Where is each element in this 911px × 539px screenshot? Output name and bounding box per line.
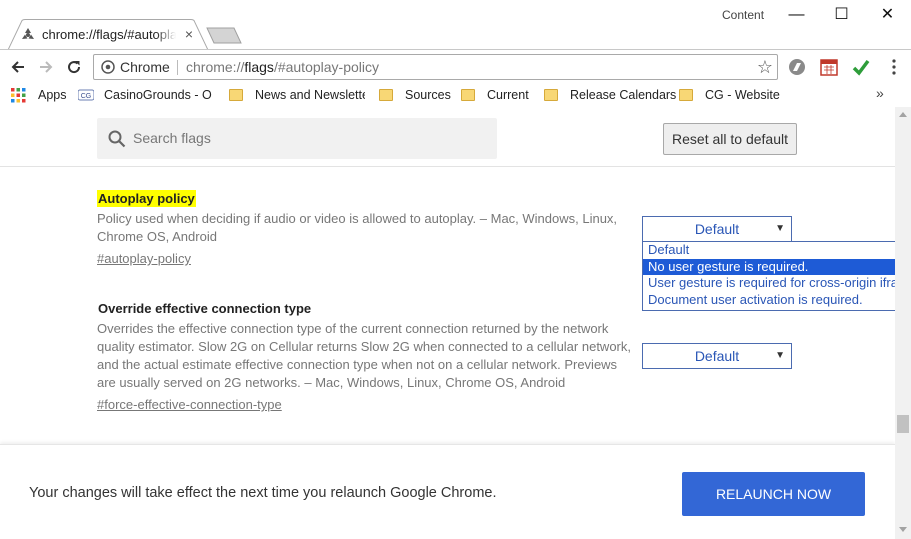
omnibox-chip-label: Chrome xyxy=(120,59,170,75)
relaunch-message: Your changes will take effect the next t… xyxy=(29,485,497,501)
omnibox-separator xyxy=(177,60,178,75)
search-input[interactable] xyxy=(133,127,483,149)
extension-calendar-icon[interactable] xyxy=(819,57,839,77)
url-host: flags xyxy=(244,59,274,75)
reload-button[interactable] xyxy=(63,56,85,78)
reset-all-button[interactable]: Reset all to default xyxy=(663,123,797,155)
forward-arrow-icon xyxy=(40,61,53,73)
bookmark-label: News and Newslette xyxy=(255,88,365,102)
tab-close-icon[interactable]: × xyxy=(182,27,196,41)
flags-header: Reset all to default xyxy=(0,107,895,167)
bookmark-folder-release-calendars[interactable]: Release Calendars xyxy=(544,87,676,103)
flag-description: Policy used when deciding if audio or vi… xyxy=(97,211,618,244)
vertical-scrollbar[interactable] xyxy=(895,107,911,539)
omnibox-url[interactable]: chrome://flags/#autoplay-policy xyxy=(186,59,379,75)
apps-grid-icon xyxy=(11,87,26,102)
folder-icon xyxy=(379,89,393,101)
scrollbar-thumb[interactable] xyxy=(897,415,909,433)
scroll-up-arrow-icon[interactable] xyxy=(899,112,907,117)
flag-autoplay-policy: Autoplay policy Policy used when decidin… xyxy=(97,190,637,266)
forward-button[interactable] xyxy=(35,56,57,78)
bookmark-folder-news[interactable]: News and Newslette xyxy=(229,87,365,103)
folder-icon xyxy=(544,89,558,101)
url-path: /#autoplay-policy xyxy=(273,59,379,75)
new-tab-button[interactable] xyxy=(206,27,242,44)
bookmarks-overflow-chevron-icon[interactable]: » xyxy=(876,85,884,101)
autoplay-policy-select[interactable]: Default ▼ xyxy=(642,216,792,242)
chrome-logo-icon xyxy=(101,60,115,74)
folder-icon xyxy=(679,89,693,101)
select-value: Default xyxy=(694,348,740,364)
bookmark-star-icon[interactable]: ☆ xyxy=(757,56,773,78)
search-icon xyxy=(108,130,126,148)
flags-favicon-icon xyxy=(22,28,34,39)
flag-title: Autoplay policy xyxy=(97,190,196,207)
profile-name[interactable]: Content xyxy=(722,8,764,22)
bookmark-label: Sources xyxy=(405,88,451,102)
bookmark-apps[interactable]: Apps xyxy=(11,87,67,103)
dropdown-arrow-icon: ▼ xyxy=(775,223,785,234)
connection-type-select[interactable]: Default ▼ xyxy=(642,343,792,369)
menu-kebab-icon[interactable] xyxy=(884,57,904,77)
bookmark-label: Current xyxy=(487,88,529,102)
back-button[interactable] xyxy=(7,56,29,78)
bookmark-folder-current[interactable]: Current xyxy=(461,87,529,103)
title-bar: chrome://flags/#autoplay-policy × Conten… xyxy=(0,0,911,50)
dropdown-arrow-icon: ▼ xyxy=(775,350,785,361)
flags-page: Reset all to default Autoplay policy Pol… xyxy=(0,107,895,539)
scroll-down-arrow-icon[interactable] xyxy=(899,527,907,532)
search-box[interactable] xyxy=(97,118,497,159)
bookmark-label: Release Calendars xyxy=(570,88,677,102)
flag-permalink[interactable]: #autoplay-policy xyxy=(97,251,191,266)
bookmark-casinogrounds[interactable]: CG CasinoGrounds - On xyxy=(78,87,212,103)
omnibox[interactable]: Chrome chrome://flags/#autoplay-policy ☆ xyxy=(93,54,778,80)
toolbar: Chrome chrome://flags/#autoplay-policy ☆ xyxy=(0,49,911,83)
relaunch-now-button[interactable]: RELAUNCH NOW xyxy=(682,472,865,516)
close-window-button[interactable]: ✕ xyxy=(865,0,910,30)
bookmark-label: Apps xyxy=(38,88,67,102)
folder-icon xyxy=(461,89,475,101)
autoplay-policy-options: Default No user gesture is required. Use… xyxy=(642,241,895,311)
extension-compass-icon[interactable] xyxy=(787,57,807,77)
reload-icon xyxy=(68,61,81,74)
bookmark-label: CasinoGrounds - On xyxy=(104,88,212,102)
option-default[interactable]: Default xyxy=(643,242,895,259)
bookmark-label: CG - Website xyxy=(705,88,780,102)
option-no-user-gesture[interactable]: No user gesture is required. xyxy=(643,258,895,275)
relaunch-footer: Your changes will take effect the next t… xyxy=(0,444,895,539)
tab-title: chrome://flags/#autoplay-policy xyxy=(42,27,176,42)
svg-text:CG: CG xyxy=(81,93,92,100)
flag-effective-connection-type: Override effective connection type Overr… xyxy=(97,300,637,412)
flag-description: Overrides the effective connection type … xyxy=(97,321,631,390)
extension-checkmark-icon[interactable] xyxy=(851,57,871,77)
select-value: Default xyxy=(694,221,740,237)
folder-icon xyxy=(229,89,243,101)
minimize-button[interactable]: — xyxy=(774,0,819,30)
option-document-activation[interactable]: Document user activation is required. xyxy=(643,292,895,309)
bookmarks-bar: Apps CG CasinoGrounds - On News and News… xyxy=(0,83,911,107)
bookmark-folder-sources[interactable]: Sources xyxy=(379,87,451,103)
casinogrounds-icon: CG xyxy=(78,89,94,101)
url-scheme: chrome:// xyxy=(186,59,245,75)
bookmark-folder-cg-website[interactable]: CG - Website xyxy=(679,87,780,103)
back-arrow-icon xyxy=(11,61,24,73)
flag-permalink[interactable]: #force-effective-connection-type xyxy=(97,397,282,412)
flag-title: Override effective connection type xyxy=(98,301,312,316)
option-gesture-cross-origin[interactable]: User gesture is required for cross-origi… xyxy=(643,275,895,292)
maximize-button[interactable]: ☐ xyxy=(819,0,864,30)
